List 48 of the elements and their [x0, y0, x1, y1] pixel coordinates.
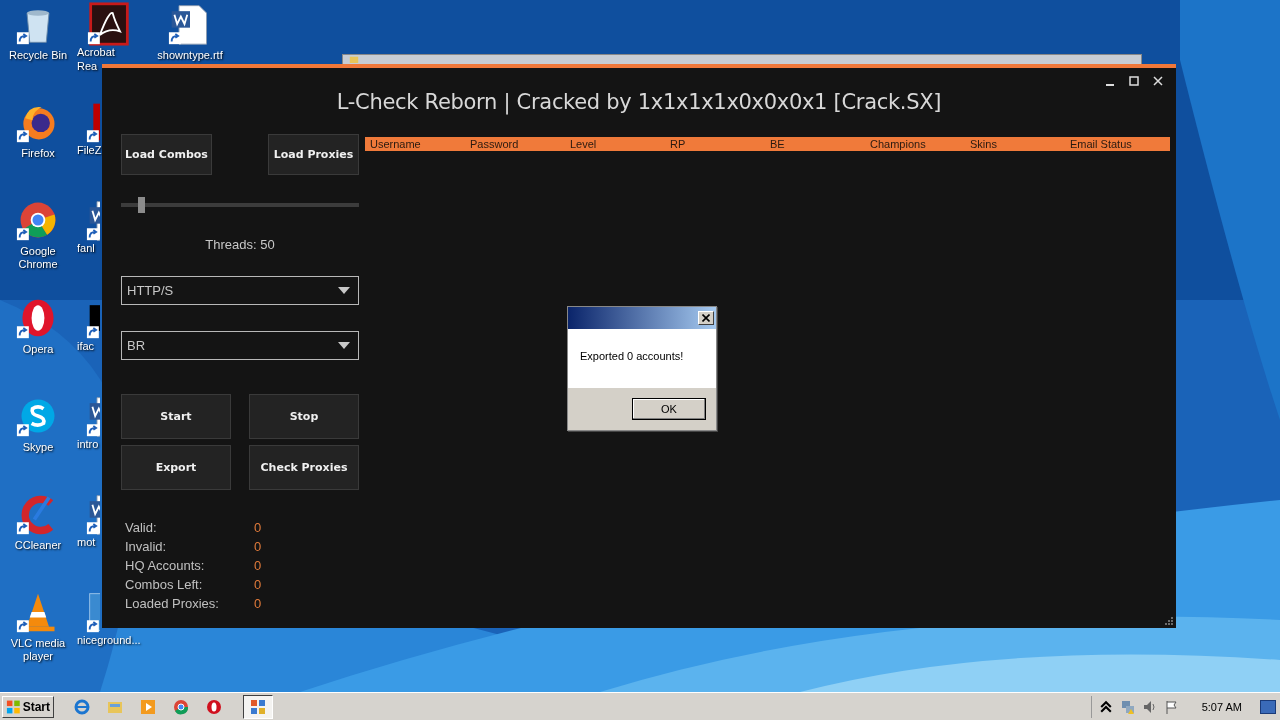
desktop-icon-label[interactable]: Skype [22, 441, 54, 454]
column-header[interactable]: Skins [970, 137, 1070, 151]
dropdown[interactable]: HTTP/S [121, 276, 359, 305]
desktop-icon-label[interactable]: fanl [77, 242, 95, 255]
stat-label: Invalid: [125, 538, 168, 556]
stat-value: 0 [254, 519, 263, 537]
desktop-icon-label[interactable]: showntype.rtf [157, 49, 223, 62]
clock[interactable]: 5:07 AM [1201, 701, 1242, 713]
desktop-icon-label[interactable]: Acrobat [77, 46, 115, 59]
ok-button[interactable]: OK [632, 398, 706, 420]
desktop-icon-label[interactable]: Recycle Bin [8, 49, 68, 62]
stat-label: Valid: [125, 519, 158, 537]
desktop-icon-label[interactable]: Rea [77, 60, 98, 73]
column-header[interactable]: RP [670, 137, 770, 151]
action-button[interactable]: Start [121, 394, 231, 439]
desktop-icon-label[interactable]: FileZ [77, 144, 102, 157]
dialog-message: Exported 0 accounts! [580, 350, 684, 362]
column-header[interactable]: Champions [870, 137, 970, 151]
desktop-icon-label[interactable]: Firefox [21, 147, 55, 160]
desktop-icon-label[interactable]: Opera [22, 343, 54, 356]
window-title: L-Check Reborn | Cracked by 1x1x1x1x0x0x0x1 [Crack.SX] [335, 89, 943, 117]
stat-label: Combos Left: [125, 576, 204, 594]
action-button[interactable]: Check Proxies [249, 445, 359, 490]
column-header[interactable]: Username [370, 137, 470, 151]
threads-label: Threads: 50 [204, 237, 276, 252]
stat-value: 0 [254, 595, 263, 613]
desktop-icon-label[interactable]: intro [77, 438, 99, 451]
desktop-icon-label[interactable]: ifac [77, 340, 95, 353]
stat-label: HQ Accounts: [125, 557, 206, 575]
desktop-icon-label[interactable]: niceground... [77, 634, 141, 647]
column-header[interactable]: Email Status [1070, 137, 1170, 151]
load-button[interactable]: Load Proxies [268, 134, 359, 175]
action-button[interactable]: Stop [249, 394, 359, 439]
stat-value: 0 [254, 538, 263, 556]
desktop-icon-label[interactable]: CCleaner [14, 539, 62, 552]
load-button[interactable]: Load Combos [121, 134, 212, 175]
start-button[interactable]: Start [2, 696, 54, 718]
stat-label: Loaded Proxies: [125, 595, 220, 613]
desktop-icon-label[interactable]: VLC media player [2, 637, 74, 663]
column-header[interactable]: Password [470, 137, 570, 151]
column-header[interactable]: BE [770, 137, 870, 151]
stat-value: 0 [254, 576, 263, 594]
action-button[interactable]: Export [121, 445, 231, 490]
dropdown[interactable]: BR [121, 331, 359, 360]
stat-value: 0 [254, 557, 263, 575]
column-header[interactable]: Level [570, 137, 670, 151]
desktop-icon-label[interactable]: Google Chrome [2, 245, 74, 271]
desktop-icon-label[interactable]: mot [77, 536, 96, 549]
